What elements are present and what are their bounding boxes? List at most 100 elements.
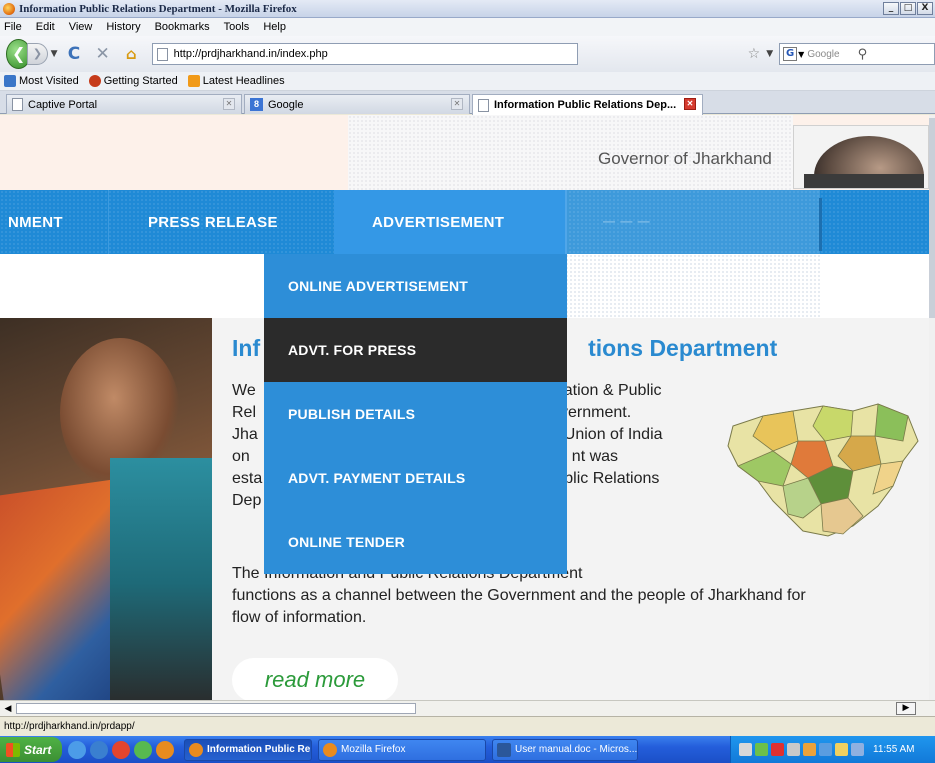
vertical-scroll-thumb[interactable] bbox=[929, 118, 935, 318]
search-input[interactable]: Google bbox=[807, 49, 839, 60]
window-controls: _ □ X bbox=[883, 2, 933, 15]
bookmark-label: Getting Started bbox=[103, 75, 178, 87]
tab-label: Google bbox=[268, 98, 304, 111]
address-url[interactable]: http://prdjharkhand.in/index.php bbox=[174, 48, 328, 60]
dropdown-item-advt-for-press[interactable]: ADVT. FOR PRESS bbox=[264, 318, 567, 382]
minimize-button[interactable]: _ bbox=[883, 2, 899, 15]
taskbar-button-word[interactable]: User manual.doc - Micros... bbox=[492, 738, 638, 761]
bookmark-most-visited[interactable]: Most Visited bbox=[4, 75, 79, 87]
volume-icon[interactable] bbox=[739, 743, 752, 756]
tab-label: Captive Portal bbox=[28, 98, 98, 111]
tab-captive-portal[interactable]: Captive Portal ✕ bbox=[6, 94, 242, 114]
status-bar: http://prdjharkhand.in/prdapp/ bbox=[0, 716, 935, 736]
search-bar[interactable]: G ▼ Google ⚲ bbox=[779, 43, 935, 65]
tray-connection-icon[interactable] bbox=[819, 743, 832, 756]
nav-item-government[interactable]: NMENT bbox=[8, 190, 63, 254]
tab-label: Information Public Relations Dep... bbox=[494, 99, 677, 111]
menu-file[interactable]: File bbox=[4, 21, 22, 33]
address-dropdown-icon[interactable]: ▼ bbox=[766, 49, 773, 59]
dropdown-item-online-tender[interactable]: ONLINE TENDER bbox=[264, 510, 567, 574]
dropdown-item-online-advertisement[interactable]: ONLINE ADVERTISEMENT bbox=[264, 254, 567, 318]
governor-photo bbox=[793, 125, 929, 189]
tab-information-prd[interactable]: Information Public Relations Dep... ✕ bbox=[472, 94, 703, 115]
getting-started-icon bbox=[88, 75, 101, 87]
governor-caption: Governor of Jharkhand bbox=[598, 149, 772, 168]
tab-strip: Captive Portal ✕ 8 Google ✕ Information … bbox=[0, 91, 935, 115]
antivirus-icon[interactable] bbox=[771, 743, 784, 756]
bookmark-label: Latest Headlines bbox=[202, 75, 285, 87]
firefox-logo-icon bbox=[3, 2, 15, 15]
menu-view[interactable]: View bbox=[69, 21, 93, 33]
bookmark-star-icon[interactable]: ☆ bbox=[748, 46, 761, 62]
search-magnifier-icon[interactable]: ⚲ bbox=[858, 47, 868, 62]
page-icon bbox=[478, 98, 489, 112]
taskbar-button-firefox-active[interactable]: Information Public Re... bbox=[184, 738, 312, 761]
dropdown-item-publish-details[interactable]: PUBLISH DETAILS bbox=[264, 382, 567, 446]
title-right-part: tions Department bbox=[588, 335, 778, 361]
scroll-left-icon[interactable]: ◀ bbox=[1, 702, 15, 716]
forward-button[interactable]: ❯ bbox=[27, 43, 48, 65]
jharkhand-map-image bbox=[727, 403, 919, 537]
maximize-button[interactable]: □ bbox=[900, 2, 916, 15]
nav-item-press-release[interactable]: PRESS RELEASE bbox=[148, 190, 278, 254]
home-icon[interactable]: ⌂ bbox=[123, 44, 140, 64]
stop-icon[interactable]: ✕ bbox=[94, 44, 111, 64]
title-left-part: Inf bbox=[232, 335, 261, 361]
tray-app-icon[interactable] bbox=[787, 743, 800, 756]
window-title: Information Public Relations Department … bbox=[19, 2, 297, 15]
dropdown-item-advt-payment-details[interactable]: ADVT. PAYMENT DETAILS bbox=[264, 446, 567, 510]
reload-icon[interactable]: C bbox=[66, 44, 83, 64]
tray-update-icon[interactable] bbox=[835, 743, 848, 756]
menu-help[interactable]: Help bbox=[263, 21, 286, 33]
bookmark-getting-started[interactable]: Getting Started bbox=[88, 75, 178, 87]
rss-feed-icon bbox=[187, 75, 200, 87]
network-icon[interactable] bbox=[755, 743, 768, 756]
firefox-icon bbox=[323, 742, 337, 757]
horizontal-scrollbar[interactable]: ◀ ▶ bbox=[0, 700, 935, 716]
close-tab-icon[interactable]: ✕ bbox=[451, 98, 463, 110]
nav-faded-item: — — — bbox=[603, 214, 651, 228]
page-favicon-icon bbox=[156, 47, 168, 61]
start-button[interactable]: Start bbox=[0, 737, 62, 762]
bookmarks-toolbar: Most Visited Getting Started Latest Head… bbox=[0, 72, 935, 91]
history-dropdown-icon[interactable]: ▼ bbox=[51, 49, 58, 59]
page-header: Governor of Jharkhand bbox=[0, 115, 929, 190]
system-tray: 11:55 AM bbox=[730, 736, 935, 763]
chrome-icon[interactable] bbox=[134, 740, 152, 759]
show-desktop-icon[interactable] bbox=[68, 740, 86, 759]
close-tab-icon[interactable]: ✕ bbox=[684, 98, 696, 110]
close-tab-icon[interactable]: ✕ bbox=[223, 98, 235, 110]
google-icon: 8 bbox=[250, 98, 263, 111]
most-visited-icon bbox=[4, 75, 16, 87]
vertical-scrollbar[interactable] bbox=[929, 115, 935, 700]
taskbar-button-firefox[interactable]: Mozilla Firefox bbox=[318, 738, 486, 761]
opera-icon[interactable] bbox=[112, 740, 130, 759]
tab-google[interactable]: 8 Google ✕ bbox=[244, 94, 470, 114]
menu-bookmarks[interactable]: Bookmarks bbox=[155, 21, 210, 33]
menu-history[interactable]: History bbox=[106, 21, 140, 33]
menu-tools[interactable]: Tools bbox=[224, 21, 250, 33]
read-more-button[interactable]: read more bbox=[232, 658, 398, 700]
page-viewport: Governor of Jharkhand — — — NMENT PRESS … bbox=[0, 115, 929, 700]
search-engine-icon[interactable]: G bbox=[783, 47, 798, 61]
horizontal-scroll-thumb[interactable] bbox=[16, 703, 416, 714]
nav-divider bbox=[819, 198, 822, 251]
address-bar[interactable]: http://prdjharkhand.in/index.php bbox=[151, 43, 578, 65]
main-navigation: — — — NMENT PRESS RELEASE ADVERTISEMENT bbox=[0, 190, 929, 254]
scroll-right-icon[interactable]: ▶ bbox=[896, 702, 916, 715]
windows-taskbar: Start Information Public Re... Mozilla F… bbox=[0, 736, 935, 763]
close-window-button[interactable]: X bbox=[917, 2, 933, 15]
search-engine-dropdown-icon[interactable]: ▼ bbox=[798, 50, 804, 59]
tray-misc-icon[interactable] bbox=[851, 743, 864, 756]
bookmark-latest-headlines[interactable]: Latest Headlines bbox=[187, 75, 285, 87]
nav-item-advertisement[interactable]: ADVERTISEMENT bbox=[372, 190, 504, 254]
internet-explorer-icon[interactable] bbox=[90, 740, 108, 759]
firefox-icon bbox=[189, 742, 203, 757]
tray-utility-icon[interactable] bbox=[803, 743, 816, 756]
advertisement-dropdown-menu: ONLINE ADVERTISEMENT ADVT. FOR PRESS PUB… bbox=[264, 254, 567, 574]
window-titlebar: Information Public Relations Department … bbox=[0, 0, 935, 18]
firefox-quicklaunch-icon[interactable] bbox=[156, 740, 174, 759]
menu-edit[interactable]: Edit bbox=[36, 21, 55, 33]
page-icon bbox=[12, 98, 23, 111]
menu-bar: File Edit View History Bookmarks Tools H… bbox=[0, 18, 935, 36]
